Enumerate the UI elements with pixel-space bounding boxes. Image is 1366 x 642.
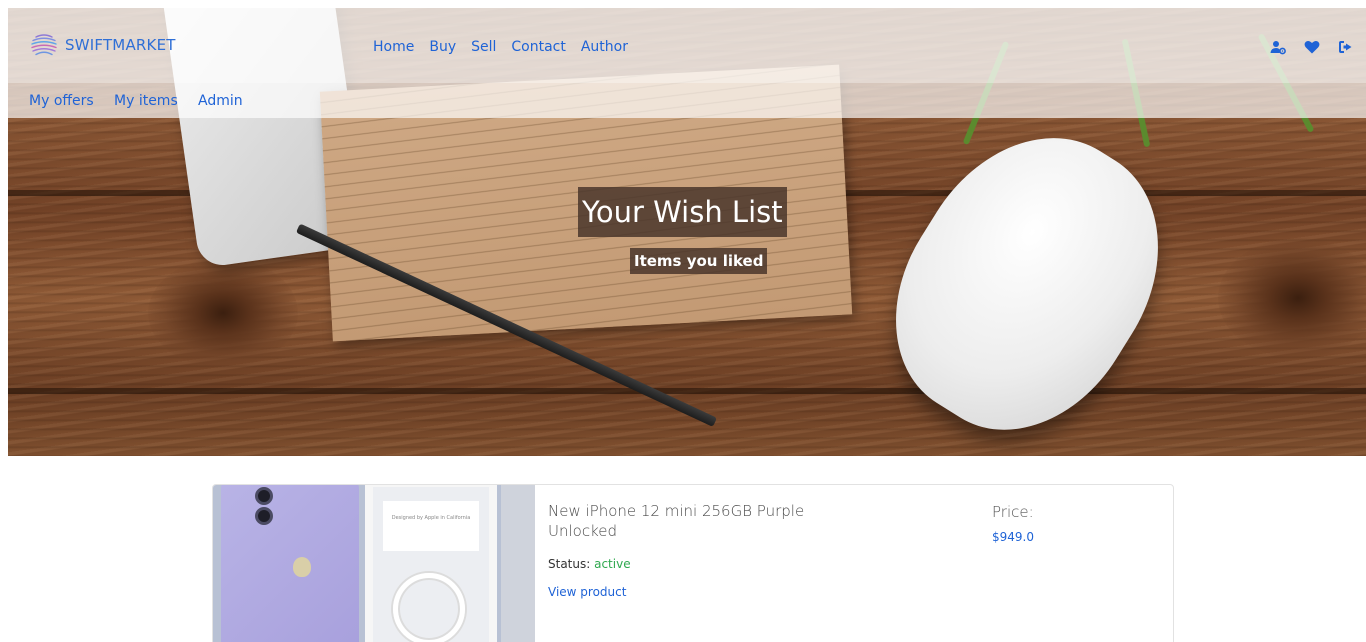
- apple-logo-icon: [293, 557, 311, 577]
- box-frame: [501, 485, 535, 642]
- product-thumbnail[interactable]: Designed by Apple in California: [213, 485, 535, 642]
- wood-knot: [1218, 238, 1366, 358]
- nav-my-offers[interactable]: My offers: [29, 93, 94, 109]
- page: Your Wish List Items you liked SWIFTMARK…: [0, 0, 1366, 642]
- price-label: Price:: [992, 503, 1034, 521]
- wishlist-item-card: Designed by Apple in California New iPho…: [212, 484, 1174, 642]
- hero-subtitle: Items you liked: [630, 248, 768, 274]
- camera-lens: [255, 507, 273, 525]
- cable-coil-image: [393, 573, 465, 642]
- nav-admin[interactable]: Admin: [198, 93, 243, 109]
- nav-buy[interactable]: Buy: [429, 39, 456, 55]
- plank-gap: [8, 388, 1366, 394]
- price-value: $949.0: [992, 530, 1034, 544]
- product-status: Status: active: [548, 557, 631, 571]
- box-insert-text: Designed by Apple in California: [391, 515, 471, 521]
- phone-image: [221, 485, 359, 642]
- heart-icon[interactable]: [1304, 39, 1320, 55]
- nav-my-items[interactable]: My items: [114, 93, 178, 109]
- brand-link[interactable]: SWIFTMARKET: [30, 30, 176, 60]
- globe-lines-icon: [31, 34, 57, 56]
- hero-title: Your Wish List: [578, 187, 787, 237]
- nav-home[interactable]: Home: [373, 39, 414, 55]
- sub-navbar: My offers My items Admin: [8, 83, 1366, 118]
- status-value: active: [594, 557, 631, 571]
- nav-contact[interactable]: Contact: [511, 39, 565, 55]
- brand-name: SWIFTMARKET: [65, 36, 176, 54]
- wood-knot: [148, 258, 298, 368]
- nav-icons: [1252, 39, 1354, 55]
- nav-sell[interactable]: Sell: [471, 39, 496, 55]
- camera-lens: [255, 487, 273, 505]
- user-cog-icon[interactable]: [1270, 39, 1286, 55]
- sign-out-icon[interactable]: [1338, 39, 1354, 55]
- top-navbar: SWIFTMARKET Home Buy Sell Contact Author: [8, 8, 1366, 83]
- status-label: Status:: [548, 557, 591, 571]
- product-title: New iPhone 12 mini 256GB Purple Unlocked: [548, 502, 805, 540]
- main-nav: Home Buy Sell Contact Author: [373, 39, 643, 55]
- box-insert: Designed by Apple in California: [383, 501, 479, 551]
- mouse-image: [850, 94, 1206, 456]
- view-product-link[interactable]: View product: [548, 585, 626, 599]
- nav-author[interactable]: Author: [581, 39, 628, 55]
